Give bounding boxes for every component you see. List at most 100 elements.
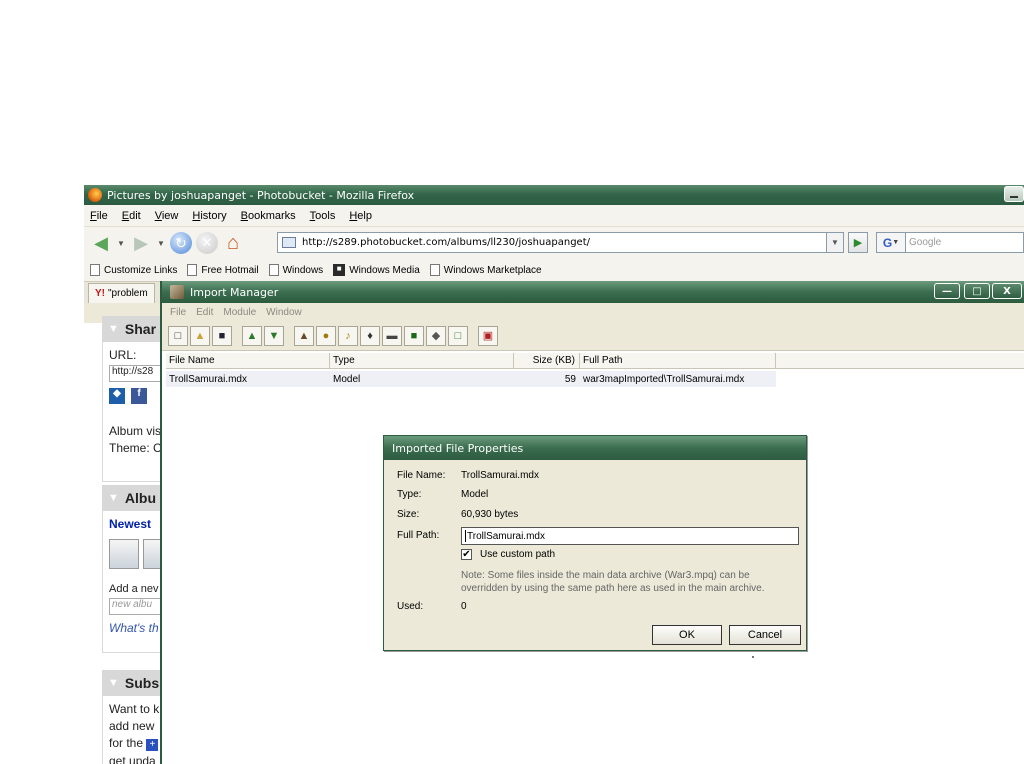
share-heading: Shar [124,321,157,337]
menu-bookmarks[interactable]: Bookmarks [241,210,296,222]
new-file-icon[interactable]: □ [168,325,188,346]
forward-history-dropdown-icon[interactable]: ▼ [156,231,166,255]
menu-file[interactable]: File [90,210,108,222]
navigation-toolbar: ◀ ▼ ▶ ▼ ↻ ✕ ⌂ http://s289.photobucket.co… [84,227,1024,259]
back-history-dropdown-icon[interactable]: ▼ [116,231,126,255]
bookmark-windows-media[interactable]: ■ Windows Media [333,264,420,276]
import-manager-icon [170,285,184,299]
full-path-label: Full Path: [397,530,440,541]
import-manager-menubar: File Edit Module Window [162,303,1024,321]
menu-view[interactable]: View [155,210,179,222]
bookmark-customize-links[interactable]: Customize Links [90,264,177,276]
page-icon [268,264,279,276]
full-path-value: TrollSamurai.mdx [467,530,545,542]
object-manager-icon[interactable]: ◆ [426,325,446,346]
import-file-icon[interactable]: ▲ [242,325,262,346]
chevron-down-icon: ▼ [892,239,900,246]
sound-editor-icon[interactable]: ♪ [338,325,358,346]
open-folder-icon[interactable]: ▲ [190,325,210,346]
use-custom-path-label[interactable]: Use custom path [480,549,555,560]
search-engine-selector[interactable]: G ▼ [876,232,906,253]
menu-help[interactable]: Help [349,210,372,222]
ai-editor-icon[interactable]: ■ [404,325,424,346]
forward-arrow-icon[interactable]: ▶ [130,231,152,255]
type-value: Model [461,489,489,500]
campaign-editor-icon[interactable]: ▬ [382,325,402,346]
myspace-icon[interactable]: ◆ [109,388,125,404]
go-arrow-icon[interactable]: ▶ [848,232,868,253]
note-line: overridden by using the same path here a… [461,583,765,594]
collapse-triangle-icon: ▼ [108,677,119,689]
imported-file-properties-dialog: Imported File Properties File Name: Trol… [383,435,807,651]
bookmark-windows[interactable]: Windows [268,264,324,276]
import-manager-icon-button[interactable]: □ [448,325,468,346]
bookmark-label: Customize Links [104,264,178,276]
album-thumbnail[interactable] [109,539,139,569]
yahoo-icon: Y! [95,287,105,299]
bookmark-windows-marketplace[interactable]: Windows Marketplace [429,264,542,276]
used-label: Used: [397,601,424,612]
menu-edit[interactable]: Edit [122,210,141,222]
test-map-icon[interactable]: ▣ [478,325,498,346]
trigger-editor-icon[interactable]: ● [316,325,336,346]
reload-icon[interactable]: ↻ [170,232,192,254]
tab-label: "problem [108,287,148,299]
custom-path-note: Note: Some files inside the main data ar… [461,569,801,595]
firefox-menubar: File Edit View History Bookmarks Tools H… [84,205,1024,227]
firefox-icon [88,188,102,202]
bookmark-label: Windows Marketplace [443,264,542,276]
menu-tools[interactable]: Tools [310,210,336,222]
search-input[interactable]: Google [906,232,1024,253]
cancel-button[interactable]: Cancel [729,625,801,645]
row-type: Model [333,373,361,385]
home-icon[interactable]: ⌂ [222,231,244,255]
back-arrow-icon[interactable]: ◀ [90,231,112,255]
collapse-triangle-icon: ▼ [108,323,119,335]
facebook-icon[interactable]: f [131,388,147,404]
bookmark-label: Windows [282,264,324,276]
terrain-editor-icon[interactable]: ▲ [294,325,314,346]
subscribe-text: for the [109,736,144,750]
windows-media-icon: ■ [333,264,346,276]
size-label: Size: [397,509,420,520]
note-line: Note: Some files inside the main data ar… [461,570,750,581]
size-value: 60,930 bytes [461,509,519,520]
row-full-path: war3mapImported\TrollSamurai.mdx [583,373,745,385]
ok-button[interactable]: OK [652,625,722,645]
row-file-name: TrollSamurai.mdx [169,373,247,385]
site-favicon-icon [282,237,296,248]
im-menu-window[interactable]: Window [266,307,302,318]
minimize-icon[interactable]: — [934,283,960,299]
firefox-titlebar: Pictures by joshuapanget - Photobucket -… [84,185,1024,205]
dialog-title: Imported File Properties [384,436,806,460]
close-icon[interactable]: X [992,283,1022,299]
firefox-minimize-button[interactable] [1004,186,1024,202]
save-icon[interactable]: ■ [212,325,232,346]
column-size[interactable]: Size (KB) [514,353,580,368]
table-row[interactable]: TrollSamurai.mdx Model 59 war3mapImporte… [166,371,776,387]
bookmark-free-hotmail[interactable]: Free Hotmail [187,264,259,276]
import-manager-toolbar: □ ▲ ■ ▲ ▼ ▲ ● ♪ ♦ ▬ ■ ◆ □ ▣ [162,321,1024,351]
menu-history[interactable]: History [192,210,226,222]
export-file-icon[interactable]: ▼ [264,325,284,346]
full-path-input[interactable]: TrollSamurai.mdx [461,527,799,545]
page-icon [429,264,440,276]
page-icon [90,264,100,276]
tab-problem[interactable]: Y! "problem [88,282,155,303]
im-menu-file[interactable]: File [170,307,186,318]
im-menu-edit[interactable]: Edit [196,307,213,318]
import-manager-title: Import Manager [190,285,279,299]
maximize-icon[interactable]: □ [964,283,990,299]
add-plus-icon[interactable]: + [146,739,159,751]
use-custom-path-checkbox[interactable]: ✔ [461,549,472,560]
url-history-dropdown-icon[interactable]: ▼ [826,232,844,253]
object-editor-icon[interactable]: ♦ [360,325,380,346]
column-full-path[interactable]: Full Path [580,353,776,368]
im-menu-module[interactable]: Module [223,307,256,318]
row-size: 59 [564,373,576,385]
column-type[interactable]: Type [330,353,514,368]
stop-icon[interactable]: ✕ [196,232,218,254]
url-bar[interactable]: http://s289.photobucket.com/albums/ll230… [277,232,832,253]
used-value: 0 [461,601,467,612]
column-file-name[interactable]: File Name [166,353,330,368]
